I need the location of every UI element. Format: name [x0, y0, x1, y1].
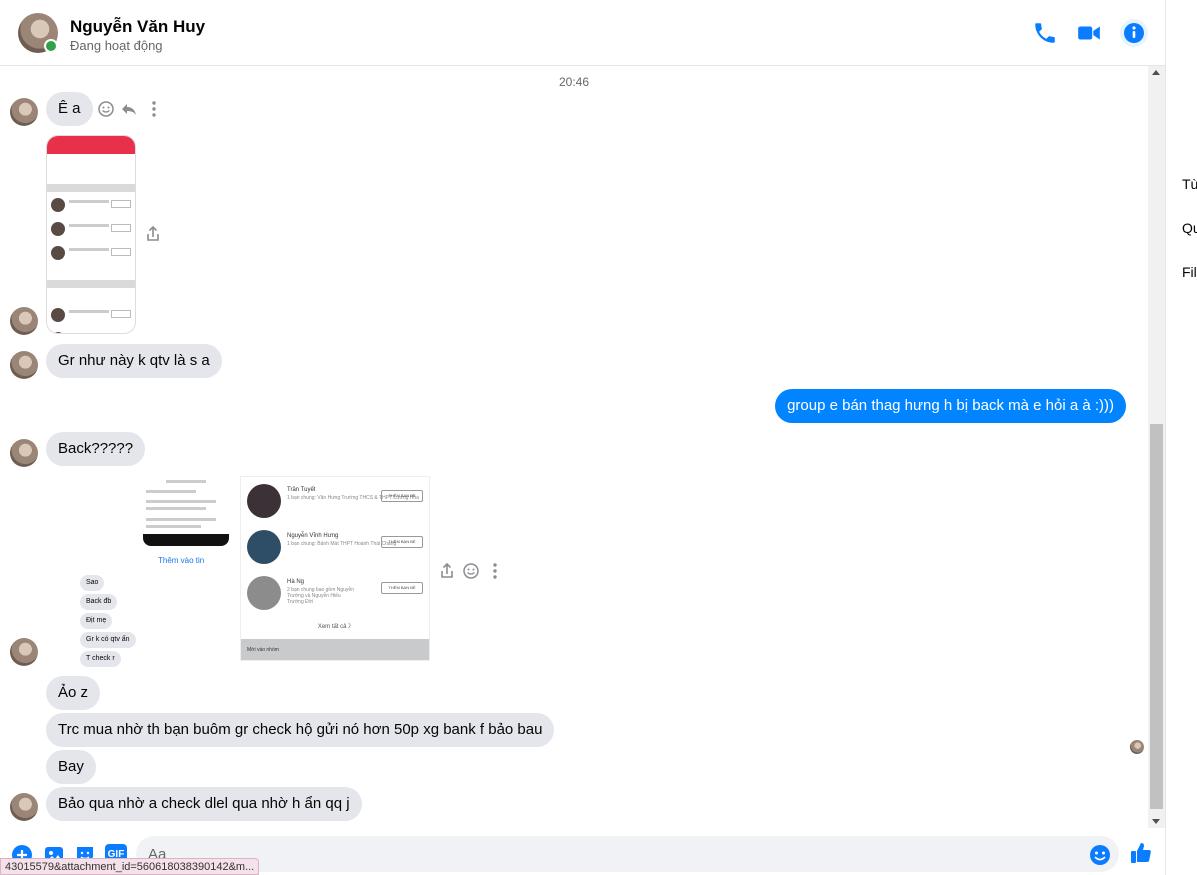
share-icon[interactable]	[438, 562, 456, 580]
conversation-header: Nguyễn Văn Huy Đang hoạt động	[0, 0, 1165, 66]
timestamp-divider: 20:46	[558, 75, 590, 89]
more-options-icon[interactable]	[486, 562, 504, 580]
sender-avatar[interactable]	[10, 98, 38, 126]
scroll-thumb[interactable]	[1150, 424, 1163, 809]
info-icon[interactable]	[1120, 19, 1148, 47]
image-attachment[interactable]	[46, 135, 136, 334]
incoming-message[interactable]: Back?????	[46, 432, 146, 466]
incoming-message[interactable]: Gr như này k qtv là s a	[46, 344, 222, 378]
browser-status-bar: 43015579&attachment_id=560618038390142&m…	[0, 858, 260, 875]
image-attachment[interactable]: Trần Tuyết 1 bạn chung: Văn Hưng Trường …	[240, 476, 430, 661]
emoji-icon[interactable]	[1089, 844, 1111, 866]
incoming-message[interactable]: Trc mua nhờ th bạn buôm gr check hộ gửi …	[46, 713, 555, 747]
scroll-down-arrow[interactable]	[1152, 819, 1160, 824]
share-icon[interactable]	[144, 225, 162, 243]
messenger-window: Nguyễn Văn Huy Đang hoạt động 20:46 Ê a	[0, 0, 1197, 875]
message-input[interactable]	[136, 836, 1119, 872]
suggestion-row: Nguyễn Vĩnh Hưng 1 bạn chung: Bảnh Mát T…	[247, 527, 427, 567]
seen-indicator-avatar	[1130, 740, 1144, 754]
panel-item[interactable]: Qu	[1182, 220, 1197, 236]
online-status-dot	[44, 39, 58, 53]
outgoing-message[interactable]: group e bán thag hưng h bị back mà e hỏi…	[775, 389, 1126, 423]
scroll-up-arrow[interactable]	[1152, 70, 1160, 75]
incoming-message[interactable]: Ảo z	[46, 676, 101, 710]
incoming-message[interactable]: Ê a	[46, 92, 93, 126]
incoming-message[interactable]: Bảo qua nhờ a check dlel qua nhờ h ẩn qq…	[46, 787, 362, 821]
video-camera-icon[interactable]	[1076, 20, 1102, 46]
conversation-info-panel: Tù Qu Fil	[1165, 0, 1197, 875]
react-icon[interactable]	[97, 100, 115, 118]
panel-item[interactable]: Fil	[1182, 264, 1197, 280]
more-options-icon[interactable]	[145, 100, 163, 118]
incoming-message[interactable]: Bay	[46, 750, 96, 784]
screenshot-message-list: Sao Back đb Địt mẹ Gr k có qtv ấn T chec…	[80, 571, 142, 667]
suggestion-row: Hà Ng 2 bạn chung bao gồm Nguyễn Trường …	[247, 573, 427, 613]
sender-avatar[interactable]	[10, 439, 38, 467]
contact-name[interactable]: Nguyễn Văn Huy	[70, 17, 205, 37]
add-to-story-link: Thêm vào tin	[158, 556, 205, 565]
contact-status: Đang hoạt động	[70, 38, 163, 53]
sender-avatar[interactable]	[10, 351, 38, 379]
sender-avatar[interactable]	[10, 793, 38, 821]
scrollbar[interactable]	[1148, 66, 1165, 828]
image-attachment[interactable]	[140, 474, 232, 554]
phone-icon[interactable]	[1032, 20, 1058, 46]
sender-avatar[interactable]	[10, 307, 38, 335]
reply-icon[interactable]	[120, 100, 138, 118]
sender-avatar[interactable]	[10, 638, 38, 666]
panel-item[interactable]: Tù	[1182, 176, 1197, 192]
react-icon[interactable]	[462, 562, 480, 580]
message-thread[interactable]: 20:46 Ê a Gr như này k qtv là s a group …	[0, 66, 1148, 828]
like-icon[interactable]	[1129, 841, 1153, 865]
suggestion-row: Trần Tuyết 1 bạn chung: Văn Hưng Trường …	[247, 481, 427, 521]
